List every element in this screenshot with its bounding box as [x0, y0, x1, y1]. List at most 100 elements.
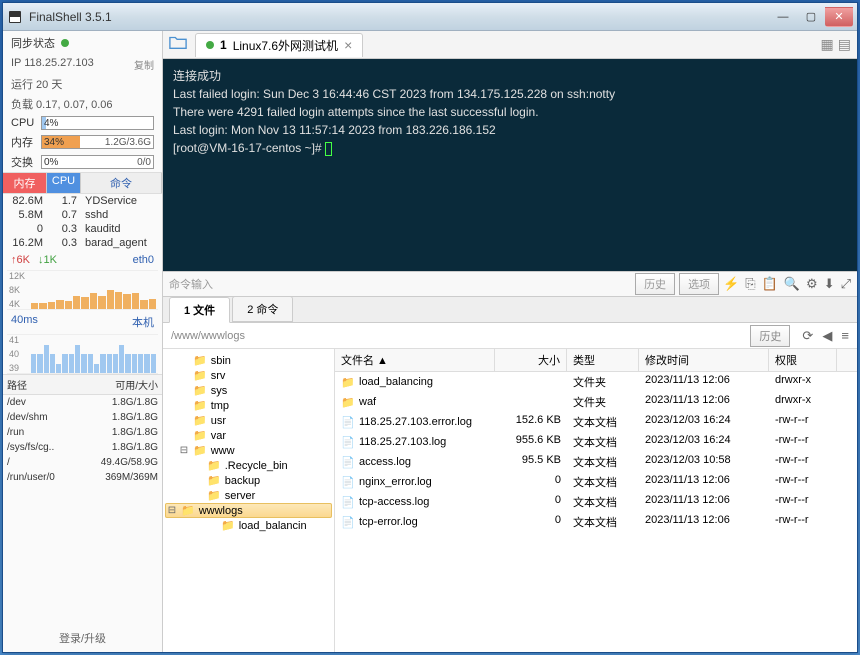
- session-tab[interactable]: 1 Linux7.6外网测试机 ×: [195, 33, 363, 57]
- sync-label: 同步状态: [11, 35, 55, 51]
- refresh-icon[interactable]: ⟳: [802, 328, 813, 343]
- network-chart: 12K 8K 4K: [7, 270, 158, 310]
- file-row[interactable]: 📄access.log95.5 KB文本文档2023/12/03 10:58-r…: [335, 452, 857, 472]
- ping-host[interactable]: 本机: [132, 314, 154, 330]
- file-row[interactable]: 📄tcp-error.log0文本文档2023/11/13 12:06-rw-r…: [335, 512, 857, 532]
- tab-close-icon[interactable]: ×: [344, 37, 352, 53]
- file-row[interactable]: 📁load_balancing文件夹2023/11/13 12:06drwxr-…: [335, 372, 857, 392]
- mem-bar: 34% 1.2G/3.6G: [41, 135, 154, 149]
- disk-header: 路径 可用/大小: [3, 375, 162, 395]
- disk-row[interactable]: /dev1.8G/1.8G: [3, 395, 162, 410]
- col-perm[interactable]: 权限: [769, 349, 837, 371]
- paste-icon[interactable]: 📋: [762, 276, 778, 292]
- tree-item[interactable]: 📁server: [165, 488, 332, 503]
- cpu-label: CPU: [11, 117, 37, 129]
- mem-label: 内存: [11, 134, 37, 150]
- directory-tree[interactable]: 📁sbin📁srv📁sys📁tmp📁usr📁var⊟📁www📁.Recycle_…: [163, 349, 335, 652]
- net-interface[interactable]: eth0: [133, 254, 154, 266]
- tree-item[interactable]: 📁backup: [165, 473, 332, 488]
- disk-row[interactable]: /run1.8G/1.8G: [3, 425, 162, 440]
- search-icon[interactable]: 🔍: [784, 276, 800, 292]
- col-size[interactable]: 大小: [495, 349, 567, 371]
- folder-icon: 📁: [221, 519, 235, 532]
- minimize-button[interactable]: —: [769, 7, 797, 27]
- gear-icon[interactable]: ⚙: [806, 276, 818, 292]
- layout-icon[interactable]: ▤: [838, 36, 851, 53]
- folder-icon: 📁: [341, 395, 355, 409]
- file-row[interactable]: 📁waf文件夹2023/11/13 12:06drwxr-x: [335, 392, 857, 412]
- folder-icon: 📁: [207, 489, 221, 502]
- net-up: ↑6K: [11, 254, 30, 266]
- process-header: 内存 CPU 命令: [3, 172, 162, 194]
- back-icon[interactable]: ◀: [822, 328, 832, 343]
- path-history-button[interactable]: 历史: [750, 325, 790, 347]
- ping-chart: 41 40 39: [7, 334, 158, 374]
- file-icon: 📄: [341, 475, 355, 489]
- file-icon: 📄: [341, 415, 355, 429]
- disk-row[interactable]: /49.4G/58.9G: [3, 455, 162, 470]
- process-row[interactable]: 5.8M0.7sshd: [3, 208, 162, 222]
- path-input[interactable]: /www/wwwlogs: [171, 330, 744, 342]
- swap-label: 交换: [11, 154, 37, 170]
- command-input[interactable]: 命令输入: [169, 276, 631, 292]
- file-row[interactable]: 📄tcp-access.log0文本文档2023/11/13 12:06-rw-…: [335, 492, 857, 512]
- cursor-icon: [325, 142, 332, 156]
- tree-item[interactable]: 📁.Recycle_bin: [165, 458, 332, 473]
- process-row[interactable]: 00.3kauditd: [3, 222, 162, 236]
- disk-row[interactable]: /run/user/0369M/369M: [3, 470, 162, 485]
- history-button[interactable]: 历史: [635, 273, 675, 295]
- connections-icon[interactable]: [169, 34, 187, 55]
- file-list[interactable]: 文件名 ▲ 大小 类型 修改时间 权限 📁load_balancing文件夹20…: [335, 349, 857, 652]
- sync-status: 同步状态: [3, 31, 162, 55]
- bolt-icon[interactable]: ⚡: [723, 276, 739, 292]
- file-row[interactable]: 📄nginx_error.log0文本文档2023/11/13 12:06-rw…: [335, 472, 857, 492]
- folder-icon: 📁: [341, 375, 355, 389]
- cpu-bar: 4%: [41, 116, 154, 130]
- sidebar: 同步状态 IP 118.25.27.103 复制 运行 20 天 负载 0.17…: [3, 31, 163, 652]
- ip-address: IP 118.25.27.103: [11, 57, 94, 72]
- tree-item[interactable]: 📁tmp: [165, 398, 332, 413]
- process-row[interactable]: 16.2M0.3barad_agent: [3, 236, 162, 250]
- ping-latency: 40ms: [11, 314, 38, 330]
- tree-item[interactable]: 📁srv: [165, 368, 332, 383]
- folder-icon: 📁: [207, 474, 221, 487]
- process-row[interactable]: 82.6M1.7YDService: [3, 194, 162, 208]
- close-button[interactable]: ✕: [825, 7, 853, 27]
- tree-item[interactable]: ⊟📁www: [165, 443, 332, 458]
- status-dot-icon: [206, 41, 214, 49]
- tree-item[interactable]: 📁sys: [165, 383, 332, 398]
- titlebar[interactable]: FinalShell 3.5.1 — ▢ ✕: [3, 3, 857, 31]
- login-link[interactable]: 登录/升级: [3, 624, 162, 652]
- col-date[interactable]: 修改时间: [639, 349, 769, 371]
- disk-row[interactable]: /dev/shm1.8G/1.8G: [3, 410, 162, 425]
- expand-icon[interactable]: ⤢: [841, 276, 851, 292]
- grid-view-icon[interactable]: ▦: [821, 36, 834, 53]
- copy-button[interactable]: 复制: [134, 57, 154, 72]
- file-icon: 📄: [341, 435, 355, 449]
- disk-row[interactable]: /sys/fs/cg..1.8G/1.8G: [3, 440, 162, 455]
- network-row: ↑6K ↓1K eth0: [3, 250, 162, 270]
- copy-icon[interactable]: ⎘: [745, 276, 755, 292]
- col-type[interactable]: 类型: [567, 349, 639, 371]
- download-icon[interactable]: ⬇: [824, 276, 835, 292]
- tree-item[interactable]: 📁load_balancin: [165, 518, 332, 533]
- load-average: 负载 0.17, 0.07, 0.06: [11, 96, 113, 112]
- tree-item[interactable]: ⊟📁wwwlogs: [165, 503, 332, 518]
- panel-tabs: 1 文件 2 命令: [163, 297, 857, 323]
- file-row[interactable]: 📄118.25.27.103.log955.6 KB文本文档2023/12/03…: [335, 432, 857, 452]
- file-row[interactable]: 📄118.25.27.103.error.log152.6 KB文本文档2023…: [335, 412, 857, 432]
- tree-item[interactable]: 📁usr: [165, 413, 332, 428]
- tree-item[interactable]: 📁var: [165, 428, 332, 443]
- terminal-output[interactable]: 连接成功 Last failed login: Sun Dec 3 16:44:…: [163, 59, 857, 271]
- folder-icon: 📁: [193, 414, 207, 427]
- tab-label: Linux7.6外网测试机: [233, 37, 338, 54]
- tab-files[interactable]: 1 文件: [169, 297, 230, 323]
- options-button[interactable]: 选项: [679, 273, 719, 295]
- file-icon: 📄: [341, 495, 355, 509]
- tab-commands[interactable]: 2 命令: [232, 296, 293, 322]
- maximize-button[interactable]: ▢: [797, 7, 825, 27]
- col-name[interactable]: 文件名 ▲: [335, 349, 495, 371]
- file-icon: 📄: [341, 515, 355, 529]
- menu-icon[interactable]: ≡: [841, 328, 849, 343]
- tree-item[interactable]: 📁sbin: [165, 353, 332, 368]
